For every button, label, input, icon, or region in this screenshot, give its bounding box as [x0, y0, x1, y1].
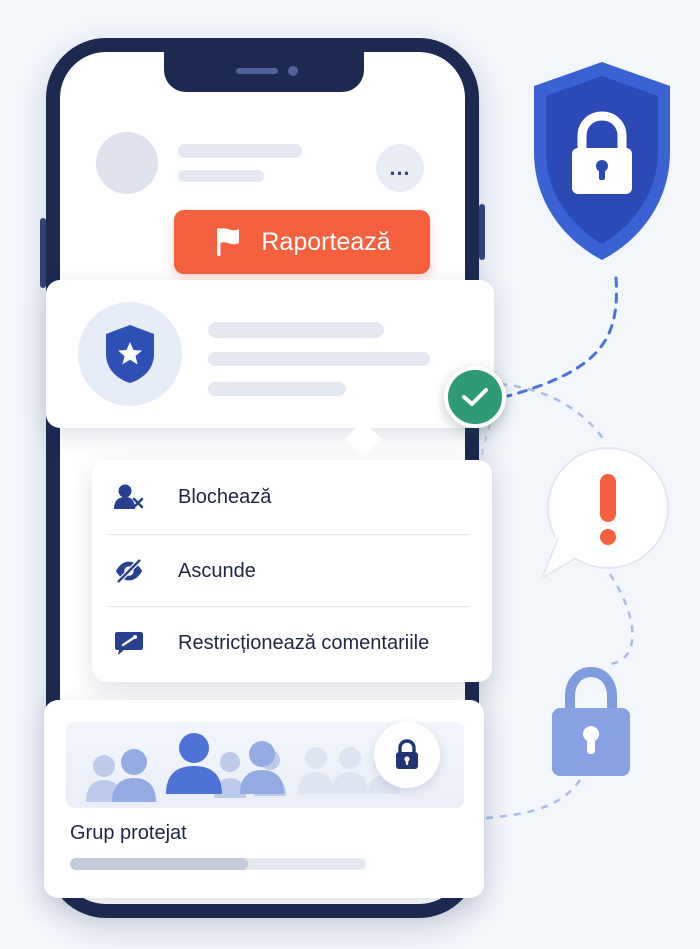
- shield-lock-icon: [528, 58, 676, 269]
- report-button-label: Raportează: [261, 227, 391, 256]
- check-circle-icon: [444, 366, 506, 428]
- padlock-icon: [550, 664, 632, 785]
- post-meta-placeholder: [178, 170, 264, 182]
- group-lock-badge: [374, 722, 440, 788]
- comment-restrict-icon: [114, 628, 144, 658]
- protected-group-card[interactable]: Grup protejat: [44, 700, 484, 898]
- more-options-button[interactable]: …: [376, 144, 424, 192]
- phone-side-button-left: [40, 218, 46, 288]
- moderation-menu: Blochează Ascunde Restricționează coment…: [92, 460, 492, 682]
- flag-icon: [217, 228, 240, 256]
- exclamation-bubble-icon: [536, 440, 672, 587]
- group-progress-fill: [70, 858, 248, 870]
- menu-divider: [108, 534, 470, 535]
- report-button[interactable]: Raportează: [174, 210, 430, 274]
- phone-notch: [164, 52, 364, 92]
- illustration-canvas: … Raportează Blochează Ascunde Restricți…: [0, 0, 700, 949]
- menu-item-label: Blochează: [178, 485, 272, 508]
- menu-item-label: Restricționează comentariile: [178, 631, 430, 654]
- security-text-line-2: [208, 352, 430, 366]
- more-horizontal-icon: …: [388, 155, 412, 180]
- post-author-avatar: [96, 132, 158, 194]
- group-progress-bar: [70, 858, 366, 870]
- security-text-line-3: [208, 382, 346, 396]
- notch-camera: [288, 66, 298, 76]
- security-info-card: [46, 280, 494, 428]
- notch-speaker: [236, 68, 278, 74]
- menu-item-restrict-comments[interactable]: Restricționează comentariile: [92, 608, 492, 678]
- phone-side-button-right: [479, 204, 485, 260]
- shield-star-icon: [106, 325, 154, 383]
- menu-item-block[interactable]: Blochează: [92, 462, 492, 532]
- group-title: Grup protejat: [70, 822, 187, 844]
- author-name-placeholder: [178, 144, 302, 158]
- shield-badge: [78, 302, 182, 406]
- security-text-line-1: [208, 322, 384, 338]
- menu-divider: [108, 606, 470, 607]
- eye-off-icon: [114, 556, 144, 586]
- lock-icon: [396, 739, 418, 769]
- menu-item-label: Ascunde: [178, 559, 256, 582]
- block-user-icon: [114, 482, 144, 512]
- checkmark-icon: [462, 388, 488, 406]
- menu-item-hide[interactable]: Ascunde: [92, 536, 492, 606]
